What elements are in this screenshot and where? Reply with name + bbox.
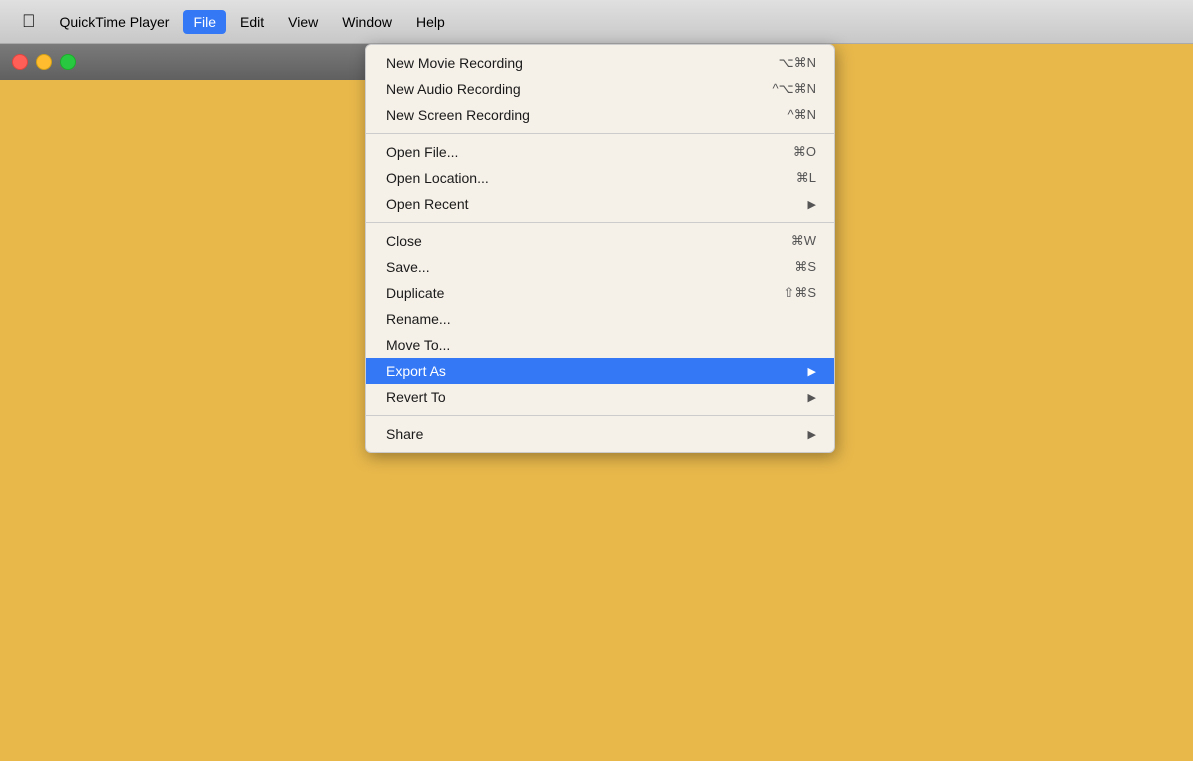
menubar-quicktime[interactable]: QuickTime Player: [50, 10, 180, 34]
menu-item-move-to-label: Move To...: [386, 337, 450, 353]
menu-item-new-movie-shortcut: ⌥⌘N: [779, 55, 816, 71]
menu-item-new-screen-label: New Screen Recording: [386, 107, 530, 123]
minimize-button[interactable]: [36, 54, 52, 70]
menu-item-revert-to[interactable]: Revert To ▶: [366, 384, 834, 410]
menubar-file[interactable]: File: [183, 10, 226, 34]
separator-3: [366, 415, 834, 416]
export-as-arrow-icon: ▶: [808, 365, 816, 378]
maximize-button[interactable]: [60, 54, 76, 70]
menubar-window[interactable]: Window: [332, 10, 402, 34]
menu-item-open-file-label: Open File...: [386, 144, 458, 160]
menubar:  QuickTime Player File Edit View Window…: [0, 0, 1193, 44]
menu-item-new-movie-label: New Movie Recording: [386, 55, 523, 71]
menubar-edit[interactable]: Edit: [230, 10, 274, 34]
menu-item-close[interactable]: Close ⌘W: [366, 228, 834, 254]
menu-item-new-screen[interactable]: New Screen Recording ^⌘N: [366, 102, 834, 128]
menu-item-open-location[interactable]: Open Location... ⌘L: [366, 165, 834, 191]
separator-1: [366, 133, 834, 134]
separator-2: [366, 222, 834, 223]
menu-item-duplicate[interactable]: Duplicate ⇧⌘S: [366, 280, 834, 306]
menu-item-save-shortcut: ⌘S: [794, 259, 816, 275]
share-arrow-icon: ▶: [808, 428, 816, 441]
menu-item-share[interactable]: Share ▶: [366, 421, 834, 447]
revert-to-arrow-icon: ▶: [808, 391, 816, 404]
window-controls: [12, 54, 76, 70]
menu-item-open-file[interactable]: Open File... ⌘O: [366, 139, 834, 165]
file-menu: New Movie Recording ⌥⌘N New Audio Record…: [365, 44, 835, 453]
menu-item-open-recent-label: Open Recent: [386, 196, 469, 212]
menu-item-save[interactable]: Save... ⌘S: [366, 254, 834, 280]
menu-item-duplicate-label: Duplicate: [386, 285, 444, 301]
menu-item-share-label: Share: [386, 426, 423, 442]
apple-menu[interactable]: : [12, 11, 46, 32]
menu-item-revert-to-label: Revert To: [386, 389, 446, 405]
menu-item-rename[interactable]: Rename...: [366, 306, 834, 332]
menu-item-close-shortcut: ⌘W: [791, 233, 816, 249]
menu-item-export-as-label: Export As: [386, 363, 446, 379]
menu-item-save-label: Save...: [386, 259, 430, 275]
menu-item-new-audio-shortcut: ^⌥⌘N: [773, 81, 816, 97]
menu-item-export-as[interactable]: Export As ▶: [366, 358, 834, 384]
menu-item-rename-label: Rename...: [386, 311, 451, 327]
menu-item-open-location-shortcut: ⌘L: [796, 170, 816, 186]
menu-item-new-audio[interactable]: New Audio Recording ^⌥⌘N: [366, 76, 834, 102]
menu-item-open-location-label: Open Location...: [386, 170, 489, 186]
menu-item-close-label: Close: [386, 233, 422, 249]
menubar-help[interactable]: Help: [406, 10, 455, 34]
menu-item-open-recent[interactable]: Open Recent ▶: [366, 191, 834, 217]
menu-item-open-file-shortcut: ⌘O: [793, 144, 816, 160]
menu-item-duplicate-shortcut: ⇧⌘S: [783, 285, 816, 301]
close-button[interactable]: [12, 54, 28, 70]
menu-item-new-screen-shortcut: ^⌘N: [788, 107, 817, 123]
menu-item-new-audio-label: New Audio Recording: [386, 81, 521, 97]
menu-item-move-to[interactable]: Move To...: [366, 332, 834, 358]
menu-item-new-movie[interactable]: New Movie Recording ⌥⌘N: [366, 50, 834, 76]
menubar-view[interactable]: View: [278, 10, 328, 34]
open-recent-arrow-icon: ▶: [808, 198, 816, 211]
